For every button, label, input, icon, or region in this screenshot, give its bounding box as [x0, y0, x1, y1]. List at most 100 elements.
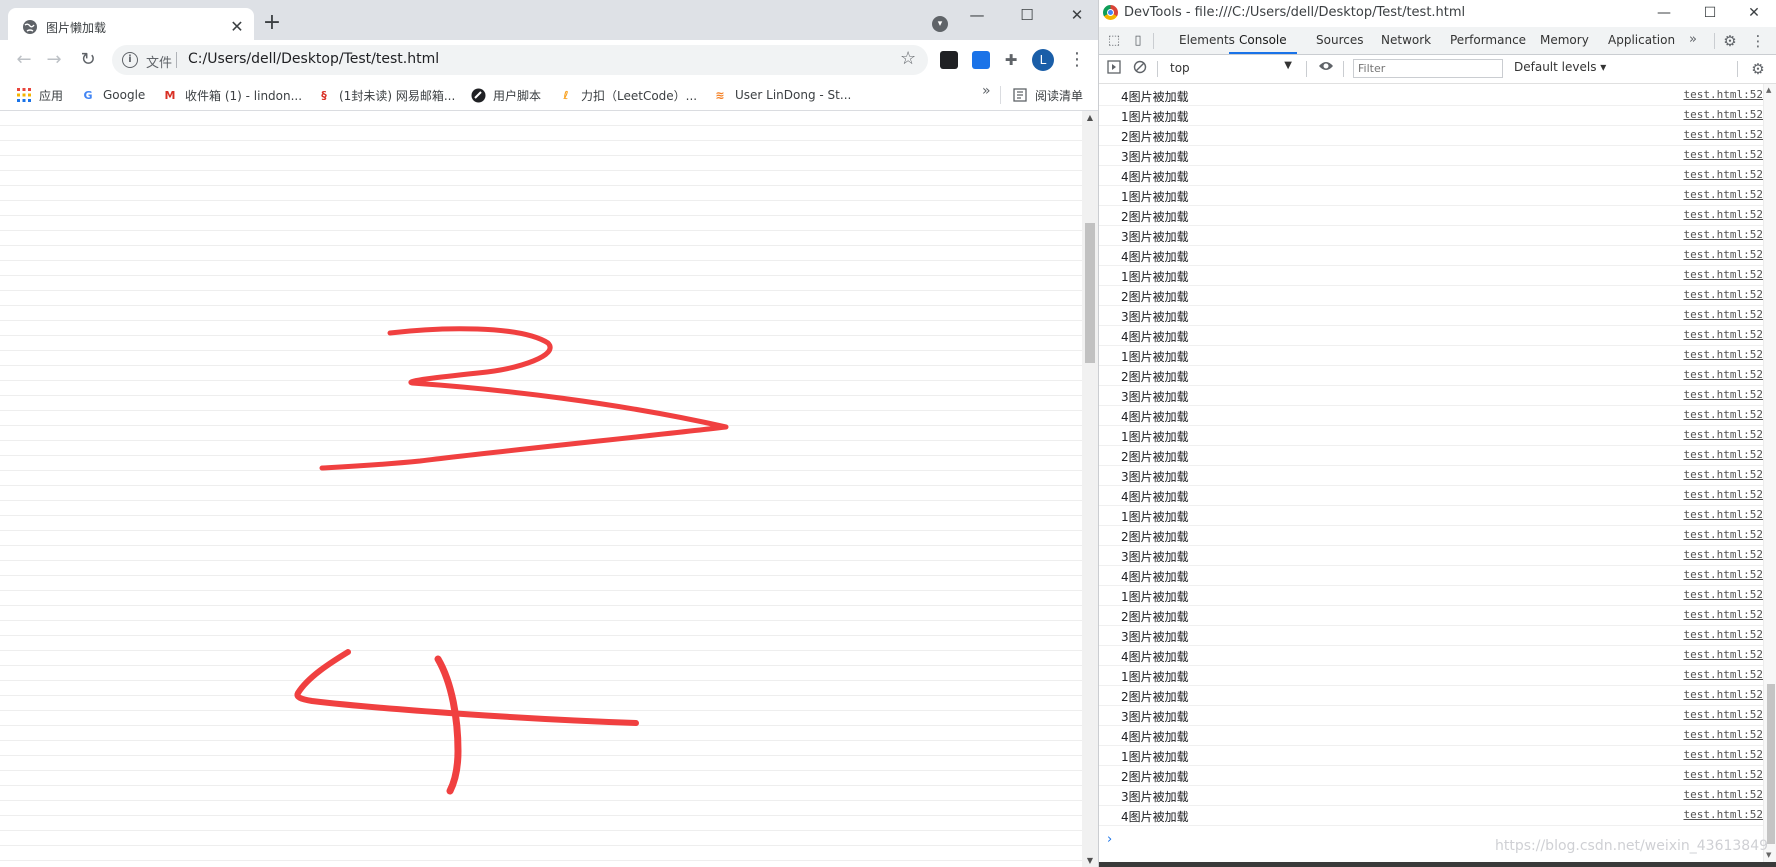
devtools-close-icon[interactable]: ✕ — [1739, 2, 1769, 24]
address-bar[interactable]: i 文件 C:/Users/dell/Desktop/Test/test.htm… — [112, 45, 928, 75]
bookmark-netease-mail[interactable]: § (1封未读) 网易邮箱... — [316, 84, 455, 106]
scroll-up-arrow-icon[interactable]: ▲ — [1085, 113, 1095, 122]
tampermonkey-icon[interactable] — [940, 51, 958, 69]
context-selector[interactable]: top ▼ — [1166, 59, 1296, 78]
tab-application[interactable]: Application — [1608, 27, 1675, 54]
console-log-source-link[interactable]: test.html:52 — [1684, 388, 1763, 401]
reload-icon[interactable]: ↻ — [76, 48, 100, 72]
inspect-element-icon[interactable]: ⬚ — [1105, 32, 1123, 50]
console-log-source-link[interactable]: test.html:52 — [1684, 748, 1763, 761]
console-log-source-link[interactable]: test.html:52 — [1684, 668, 1763, 681]
console-log-source-link[interactable]: test.html:52 — [1684, 88, 1763, 101]
page-scrollbar-thumb[interactable] — [1085, 223, 1095, 363]
devtools-minimize-icon[interactable]: — — [1649, 2, 1679, 24]
clear-console-icon[interactable] — [1131, 60, 1149, 78]
bookmark-gmail[interactable]: M 收件箱 (1) - lindon... — [162, 84, 303, 106]
tab-memory[interactable]: Memory — [1540, 27, 1589, 54]
info-icon[interactable]: i — [122, 52, 138, 68]
forward-icon[interactable]: → — [42, 48, 66, 72]
console-log-source-link[interactable]: test.html:52 — [1684, 768, 1763, 781]
bookmark-userscript[interactable]: 用户脚本 — [470, 84, 541, 106]
console-log-source-link[interactable]: test.html:52 — [1684, 148, 1763, 161]
console-prompt[interactable]: › — [1107, 832, 1112, 847]
console-log-source-link[interactable]: test.html:52 — [1684, 488, 1763, 501]
maximize-icon[interactable]: ☐ — [1012, 4, 1042, 26]
bookmarks-overflow-icon[interactable]: » — [982, 83, 991, 99]
tab-sources[interactable]: Sources — [1316, 27, 1363, 54]
console-log-source-link[interactable]: test.html:52 — [1684, 208, 1763, 221]
tab-search-icon[interactable]: ▾ — [932, 16, 948, 32]
scroll-down-arrow-icon[interactable]: ▼ — [1085, 856, 1095, 865]
console-log-source-link[interactable]: test.html:52 — [1684, 468, 1763, 481]
chrome-menu-icon[interactable]: ⋮ — [1068, 48, 1086, 72]
bookmark-google[interactable]: G Google — [80, 84, 145, 106]
console-log-source-link[interactable]: test.html:52 — [1684, 628, 1763, 641]
console-log-message: 2图片被加载 — [1121, 530, 1189, 544]
live-expression-eye-icon[interactable] — [1317, 60, 1335, 78]
console-log-source-link[interactable]: test.html:52 — [1684, 648, 1763, 661]
devtools-menu-icon[interactable]: ⋮ — [1749, 32, 1767, 50]
bookmark-apps[interactable]: 应用 — [16, 84, 63, 106]
console-log-source-link[interactable]: test.html:52 — [1684, 728, 1763, 741]
console-log-source-link[interactable]: test.html:52 — [1684, 408, 1763, 421]
close-window-icon[interactable]: ✕ — [1062, 4, 1092, 26]
console-log-source-link[interactable]: test.html:52 — [1684, 568, 1763, 581]
tab-elements[interactable]: Elements — [1179, 27, 1235, 54]
scroll-up-arrow-icon[interactable]: ▲ — [1766, 86, 1771, 94]
console-log-source-link[interactable]: test.html:52 — [1684, 428, 1763, 441]
console-log-source-link[interactable]: test.html:52 — [1684, 288, 1763, 301]
console-log-source-link[interactable]: test.html:52 — [1684, 688, 1763, 701]
console-log-source-link[interactable]: test.html:52 — [1684, 308, 1763, 321]
console-log-source-link[interactable]: test.html:52 — [1684, 788, 1763, 801]
console-log-source-link[interactable]: test.html:52 — [1684, 128, 1763, 141]
more-tabs-icon[interactable]: » — [1689, 32, 1697, 47]
profile-avatar[interactable]: L — [1032, 49, 1054, 71]
console-log-source-link[interactable]: test.html:52 — [1684, 348, 1763, 361]
console-log-row: 1图片被加载 test.html:52 — [1099, 106, 1763, 126]
console-log-source-link[interactable]: test.html:52 — [1684, 548, 1763, 561]
console-log-source-link[interactable]: test.html:52 — [1684, 608, 1763, 621]
console-scrollbar[interactable]: ▲ ▼ — [1763, 84, 1776, 867]
console-log-source-link[interactable]: test.html:52 — [1684, 268, 1763, 281]
devtools-maximize-icon[interactable]: ☐ — [1695, 2, 1725, 24]
console-log-source-link[interactable]: test.html:52 — [1684, 508, 1763, 521]
console-log-source-link[interactable]: test.html:52 — [1684, 168, 1763, 181]
tab-performance[interactable]: Performance — [1450, 27, 1526, 54]
bookmark-star-icon[interactable]: ☆ — [900, 48, 916, 69]
browser-toolbar: ← → ↻ i 文件 C:/Users/dell/Desktop/Test/te… — [0, 40, 1098, 80]
console-log-row: 3图片被加载 test.html:52 — [1099, 306, 1763, 326]
console-log-source-link[interactable]: test.html:52 — [1684, 448, 1763, 461]
extension-download-icon[interactable] — [972, 51, 990, 69]
bookmark-leetcode[interactable]: ℓ 力扣（LeetCode）... — [558, 84, 697, 106]
bookmark-stackoverflow[interactable]: ≋ User LinDong - St... — [712, 84, 851, 106]
page-scrollbar[interactable]: ▲ ▼ — [1082, 111, 1098, 867]
close-tab-icon[interactable]: ✕ — [228, 18, 246, 36]
console-log-source-link[interactable]: test.html:52 — [1684, 108, 1763, 121]
console-log-source-link[interactable]: test.html:52 — [1684, 368, 1763, 381]
new-tab-button[interactable]: + — [262, 12, 282, 34]
minimize-icon[interactable]: — — [962, 4, 992, 26]
console-settings-gear-icon[interactable]: ⚙ — [1749, 60, 1767, 78]
show-sidebar-icon[interactable] — [1105, 60, 1123, 78]
console-log-source-link[interactable]: test.html:52 — [1684, 228, 1763, 241]
tab-console[interactable]: Console — [1229, 27, 1297, 54]
filter-input[interactable] — [1353, 59, 1503, 78]
console-log-source-link[interactable]: test.html:52 — [1684, 328, 1763, 341]
device-toolbar-icon[interactable]: ▯ — [1129, 32, 1147, 50]
url-text[interactable]: C:/Users/dell/Desktop/Test/test.html — [188, 51, 439, 67]
back-icon[interactable]: ← — [12, 48, 36, 72]
console-log-row: 1图片被加载 test.html:52 — [1099, 346, 1763, 366]
settings-gear-icon[interactable]: ⚙ — [1721, 32, 1739, 50]
console-log-row: 4图片被加载 test.html:52 — [1099, 406, 1763, 426]
console-log-source-link[interactable]: test.html:52 — [1684, 188, 1763, 201]
console-log-source-link[interactable]: test.html:52 — [1684, 528, 1763, 541]
extensions-puzzle-icon[interactable]: ✚ — [1002, 51, 1020, 69]
console-log-source-link[interactable]: test.html:52 — [1684, 248, 1763, 261]
log-levels-dropdown[interactable]: Default levels ▾ — [1514, 60, 1606, 74]
console-scrollbar-thumb[interactable] — [1767, 684, 1775, 844]
console-log-source-link[interactable]: test.html:52 — [1684, 808, 1763, 821]
reading-list-button[interactable]: 阅读清单 — [1012, 84, 1083, 106]
console-log-source-link[interactable]: test.html:52 — [1684, 588, 1763, 601]
console-log-source-link[interactable]: test.html:52 — [1684, 708, 1763, 721]
tab-network[interactable]: Network — [1381, 27, 1431, 54]
